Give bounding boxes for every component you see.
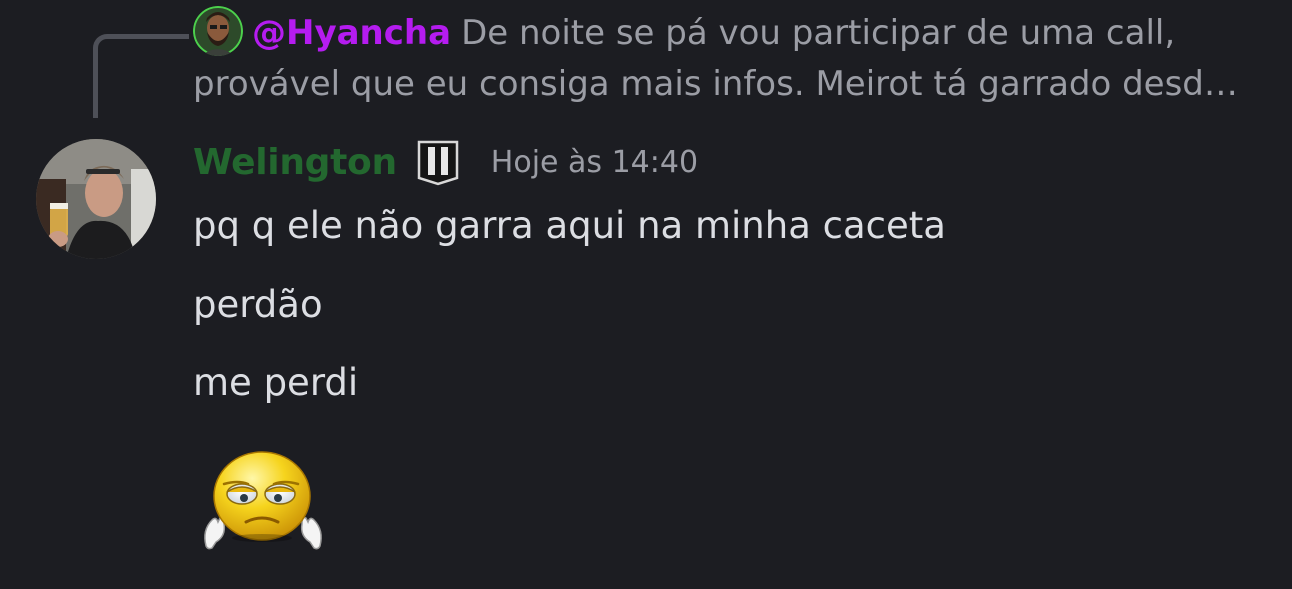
- message-timestamp[interactable]: Hoje às 14:40: [491, 145, 698, 180]
- author-name[interactable]: Welington: [193, 142, 397, 183]
- message-line[interactable]: pq q ele não garra aqui na minha caceta: [193, 204, 946, 248]
- message-header: Welington Hoje às 14:40: [193, 136, 698, 188]
- reply-spine: [93, 34, 189, 118]
- reply-preview[interactable]: @Hyancha De noite se pá vou participar de…: [193, 6, 1278, 110]
- message-line[interactable]: me perdi: [193, 361, 358, 405]
- reply-avatar-icon[interactable]: [193, 6, 243, 56]
- message-line[interactable]: perdão: [193, 283, 323, 327]
- sad-face-emoji-icon[interactable]: [198, 450, 328, 554]
- author-avatar[interactable]: [36, 139, 156, 259]
- chat-message-group: @Hyancha De noite se pá vou participar de…: [0, 0, 1292, 589]
- guild-tag-badge-icon[interactable]: [415, 138, 461, 186]
- reply-author[interactable]: @Hyancha: [252, 13, 451, 53]
